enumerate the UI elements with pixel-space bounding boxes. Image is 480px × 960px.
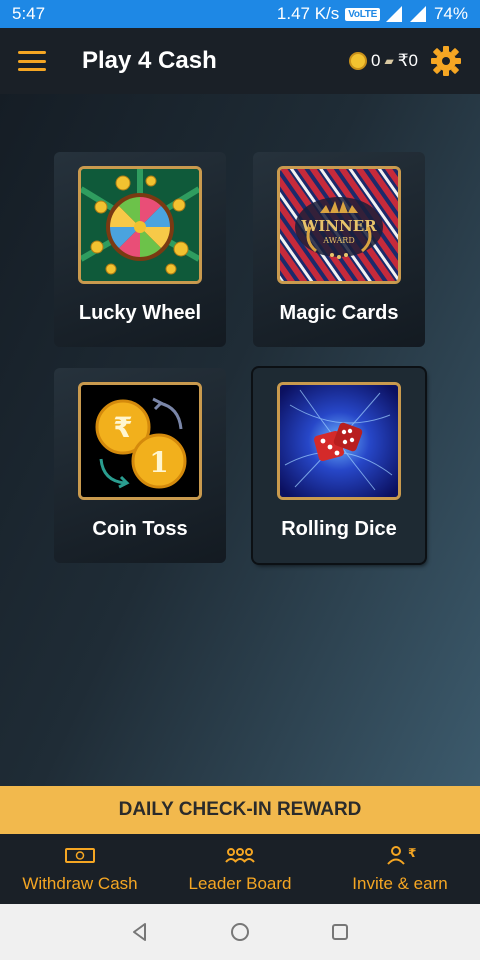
- magic-cards-image-text: WINNER: [300, 217, 377, 235]
- nav-label: Leader Board: [188, 874, 292, 893]
- app-bar: Play 4 Cash 0 ▰ ₹0: [0, 28, 480, 94]
- magic-cards-image-subtext: AWARD: [322, 236, 355, 245]
- svg-text:₹: ₹: [408, 846, 416, 860]
- bottom-nav: Withdraw Cash Leader Board ₹ Invite & ea…: [0, 834, 480, 904]
- nav-leader-board[interactable]: Leader Board: [160, 834, 320, 904]
- nav-invite-earn[interactable]: ₹ Invite & earn: [320, 834, 480, 904]
- game-card-coin-toss[interactable]: ₹ 1 Coin Toss: [54, 368, 226, 563]
- magic-cards-image: WINNER AWARD: [277, 166, 401, 284]
- checkin-label: DAILY CHECK-IN REWARD: [118, 799, 362, 820]
- signal-icon: [385, 6, 402, 22]
- app-title: Play 4 Cash: [82, 47, 217, 74]
- nav-withdraw-cash[interactable]: Withdraw Cash: [0, 834, 160, 904]
- gear-icon[interactable]: [430, 45, 462, 77]
- cash-note-icon: [65, 848, 95, 863]
- cash-icon: ▰: [384, 54, 394, 68]
- signal-icon-2: [409, 6, 426, 22]
- game-label: Magic Cards: [279, 302, 399, 324]
- game-label: Rolling Dice: [281, 518, 397, 540]
- nav-label: Withdraw Cash: [22, 874, 138, 893]
- cash-amount: ₹0: [397, 51, 418, 70]
- game-label: Coin Toss: [92, 518, 188, 540]
- balance: 0 ▰ ₹0: [349, 51, 418, 71]
- network-speed: 1.47 K/s: [276, 4, 340, 23]
- status-bar: 5:47 1.47 K/s VoLTE 74%: [0, 0, 480, 28]
- coin-toss-number: 1: [149, 446, 168, 479]
- coin-icon: [349, 52, 368, 70]
- battery-level: 74%: [433, 4, 468, 23]
- home-icon[interactable]: [229, 921, 251, 943]
- game-label: Lucky Wheel: [78, 302, 202, 324]
- back-icon[interactable]: [129, 921, 151, 943]
- hamburger-icon[interactable]: [18, 51, 46, 71]
- game-card-lucky-wheel[interactable]: Lucky Wheel: [54, 152, 226, 347]
- coin-toss-image: ₹ 1: [78, 382, 202, 500]
- clock: 5:47: [12, 4, 46, 23]
- coin-toss-rupee-symbol: ₹: [113, 411, 132, 444]
- rolling-dice-image: [277, 382, 401, 500]
- group-icon: [225, 848, 255, 863]
- game-grid: Lucky Wheel WINNER AWARD Magic Cards ₹ 1…: [0, 94, 480, 786]
- system-nav-bar: [0, 904, 480, 960]
- daily-checkin-button[interactable]: DAILY CHECK-IN REWARD: [0, 786, 480, 834]
- coin-count: 0: [371, 51, 381, 70]
- nav-label: Invite & earn: [352, 874, 448, 893]
- game-card-rolling-dice[interactable]: Rolling Dice: [253, 368, 425, 563]
- recents-icon[interactable]: [329, 921, 351, 943]
- add-user-rupee-icon: ₹: [387, 846, 416, 865]
- volte-badge: VoLTE: [345, 7, 380, 21]
- game-card-magic-cards[interactable]: WINNER AWARD Magic Cards: [253, 152, 425, 347]
- lucky-wheel-image: [78, 166, 202, 284]
